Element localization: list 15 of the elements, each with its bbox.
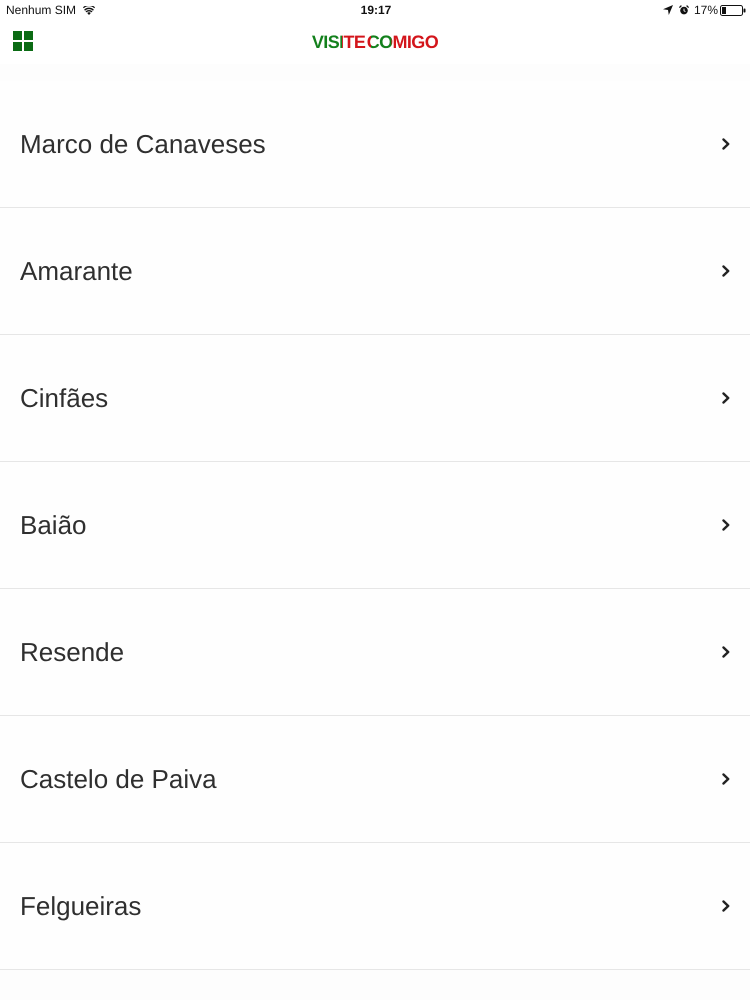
grid-menu-icon[interactable] xyxy=(13,31,33,51)
chevron-right-icon xyxy=(722,900,730,912)
chevron-right-icon xyxy=(722,519,730,531)
chevron-right-icon xyxy=(722,265,730,277)
carrier-name: Nenhum SIM xyxy=(6,3,76,17)
alarm-clock-icon xyxy=(678,5,689,15)
status-time: 19:17 xyxy=(360,3,392,17)
location-arrow-icon xyxy=(662,5,673,15)
wifi-icon xyxy=(83,6,96,14)
chevron-right-icon xyxy=(722,646,730,658)
battery-icon xyxy=(720,4,746,16)
chevron-right-icon xyxy=(722,392,730,404)
chevron-right-icon xyxy=(722,138,730,150)
chevron-right-icon xyxy=(722,773,730,785)
battery-percentage: 17% xyxy=(694,3,718,17)
